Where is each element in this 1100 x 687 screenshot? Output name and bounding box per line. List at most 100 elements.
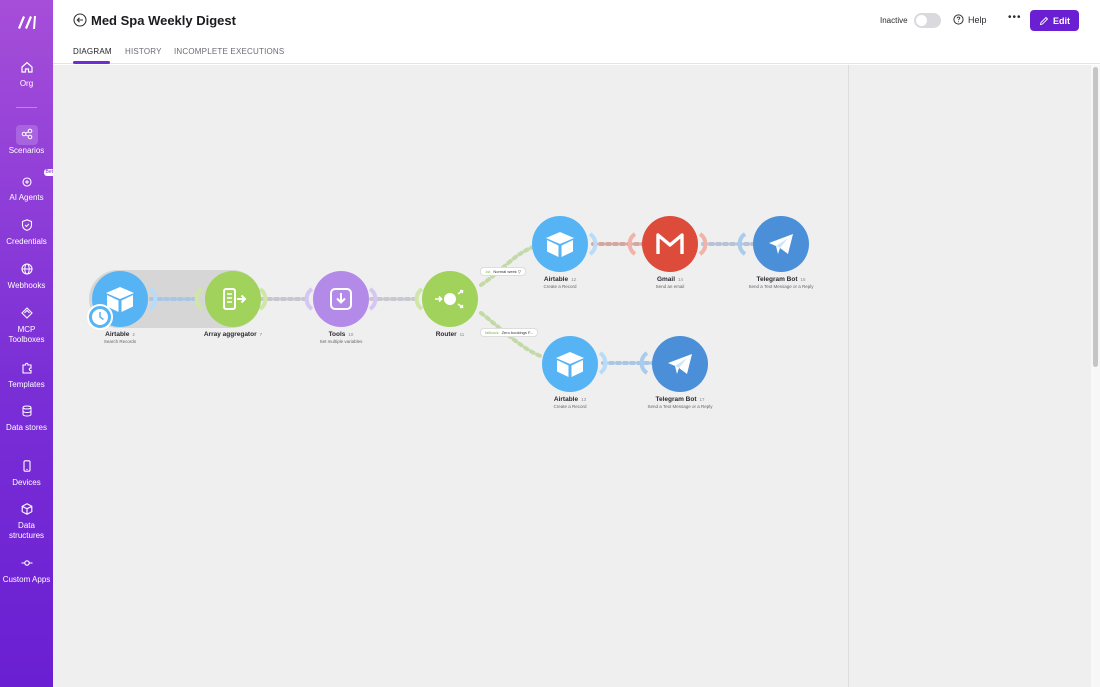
route-filter-label-1[interactable]: 1st Normal week ▽ xyxy=(480,267,526,276)
module-number: 12 xyxy=(571,277,577,282)
module-telegram-bot-15[interactable]: Telegram Bot 15 Send a Text Message or a … xyxy=(743,216,819,289)
shield-icon xyxy=(21,218,32,231)
route-connection-1 xyxy=(479,245,535,287)
sidebar-divider xyxy=(16,107,37,108)
sidebar-item-templates[interactable]: Templates xyxy=(0,359,53,390)
mcp-icon xyxy=(20,306,33,319)
module-description: Send a Text Message or a Reply xyxy=(647,404,713,409)
module-description: Set multiple variables xyxy=(319,339,363,344)
airtable-icon xyxy=(542,336,598,392)
sidebar-item-label: AI Agents xyxy=(9,193,44,202)
sidebar-item-label: Data structures xyxy=(8,521,45,540)
telegram-icon xyxy=(652,336,708,392)
side-panel xyxy=(848,65,1091,687)
database-icon xyxy=(22,405,31,417)
toggle-knob xyxy=(916,15,927,26)
custom-apps-icon xyxy=(21,559,32,566)
sidebar-item-custom-apps[interactable]: Custom Apps xyxy=(0,554,53,585)
module-array-aggregator[interactable]: Array aggregator 7 xyxy=(198,271,268,338)
sidebar-item-ai-agents[interactable]: Beta AI Agents xyxy=(0,169,58,203)
more-options-button[interactable]: ••• xyxy=(1008,12,1022,23)
sidebar-item-credentials[interactable]: Credentials xyxy=(0,216,53,247)
make-logo-icon[interactable] xyxy=(16,14,38,30)
help-button[interactable]: Help xyxy=(953,14,987,25)
module-airtable-create-record-13[interactable]: Airtable 13 Create a Record xyxy=(542,336,598,409)
module-name: Gmail xyxy=(656,276,676,283)
cube-icon xyxy=(21,502,32,515)
module-number: 2 xyxy=(132,332,135,337)
scrollbar-thumb[interactable] xyxy=(1093,67,1098,367)
module-router[interactable]: Router 11 xyxy=(422,271,478,338)
route-filter-label-2[interactable]: fallback Zero bookings F... xyxy=(480,328,539,337)
tools-icon xyxy=(313,271,369,327)
puzzle-icon xyxy=(21,362,32,374)
router-icon xyxy=(422,271,478,327)
module-tools-set-variables[interactable]: Tools 10 Set multiple variables xyxy=(308,271,374,344)
activation-toggle[interactable] xyxy=(914,13,941,28)
module-name: Airtable xyxy=(105,331,130,338)
route-order: 1st xyxy=(485,269,491,274)
module-number: 15 xyxy=(800,277,806,282)
sidebar-item-label: Devices xyxy=(12,478,41,487)
module-number: 11 xyxy=(459,332,465,337)
sidebar-item-label: Scenarios xyxy=(8,146,45,155)
route-order: fallback xyxy=(485,330,499,335)
module-name: Airtable xyxy=(543,276,569,283)
share-icon xyxy=(21,128,32,139)
tab-history[interactable]: HISTORY xyxy=(125,47,162,56)
module-number: 7 xyxy=(259,332,263,337)
gmail-icon xyxy=(642,216,698,272)
edit-button[interactable]: Edit xyxy=(1030,10,1079,31)
sidebar-item-data-stores[interactable]: Data stores xyxy=(0,402,53,433)
help-label: Help xyxy=(968,14,987,25)
schedule-clock-icon[interactable] xyxy=(87,304,113,330)
question-icon xyxy=(953,14,964,25)
sidebar-item-mcp-toolboxes[interactable]: MCP Toolboxes xyxy=(0,304,53,345)
sidebar-item-label: Templates xyxy=(8,380,45,389)
module-airtable-create-record-12[interactable]: Airtable 12 Create a Record xyxy=(532,216,588,289)
status-label: Inactive xyxy=(880,16,908,25)
module-name: Tools xyxy=(328,331,346,338)
diagram-canvas[interactable]: Airtable 2 Search Records Array aggregato… xyxy=(53,65,848,687)
airtable-icon xyxy=(532,216,588,272)
module-description: Create a Record xyxy=(543,284,577,289)
route-name: Normal week xyxy=(493,269,517,274)
sidebar-item-devices[interactable]: Devices xyxy=(0,457,53,488)
sidebar-item-label: Webhooks xyxy=(7,281,46,290)
sidebar-item-label: MCP Toolboxes xyxy=(8,325,45,344)
route-name: Zero bookings F... xyxy=(501,330,534,335)
back-arrow-icon[interactable] xyxy=(73,13,87,27)
sidebar-item-data-structures[interactable]: Data structures xyxy=(0,500,53,541)
module-name: Router xyxy=(435,331,457,338)
module-name: Telegram Bot xyxy=(756,276,798,283)
module-description: Send a Text Message or a Reply xyxy=(748,284,814,289)
sidebar-item-label: Org xyxy=(19,79,34,88)
header: Med Spa Weekly Digest DIAGRAM HISTORY IN… xyxy=(53,0,1100,64)
tab-diagram[interactable]: DIAGRAM xyxy=(73,47,112,56)
vertical-scrollbar[interactable] xyxy=(1091,65,1100,687)
sidebar-item-org[interactable]: Org xyxy=(0,58,53,89)
module-description: Send an email xyxy=(655,284,685,289)
sidebar-item-scenarios[interactable]: Scenarios xyxy=(0,125,53,156)
module-number: 14 xyxy=(678,277,684,282)
module-name: Telegram Bot xyxy=(655,396,697,403)
phone-icon xyxy=(22,459,31,472)
tab-incomplete-executions[interactable]: INCOMPLETE EXECUTIONS xyxy=(174,47,284,56)
module-gmail-send-email[interactable]: Gmail 14 Send an email xyxy=(642,216,698,289)
edit-label: Edit xyxy=(1053,15,1070,26)
home-icon xyxy=(20,61,33,73)
module-telegram-bot-17[interactable]: Telegram Bot 17 Send a Text Message or a … xyxy=(642,336,718,409)
sidebar: Org Scenarios Beta AI Agents Credentials… xyxy=(0,0,58,687)
sidebar-item-label: Credentials xyxy=(6,237,47,246)
filter-icon: ▽ xyxy=(517,269,521,274)
sidebar-item-label: Custom Apps xyxy=(2,575,51,584)
pencil-icon xyxy=(1039,16,1049,25)
telegram-icon xyxy=(753,216,809,272)
module-number: 17 xyxy=(699,397,705,402)
module-name: Airtable xyxy=(553,396,579,403)
sidebar-item-webhooks[interactable]: Webhooks xyxy=(0,260,53,291)
module-description: Search Records xyxy=(103,339,137,344)
module-number: 13 xyxy=(581,397,587,402)
module-name: Array aggregator xyxy=(203,331,257,338)
globe-icon xyxy=(20,262,33,275)
